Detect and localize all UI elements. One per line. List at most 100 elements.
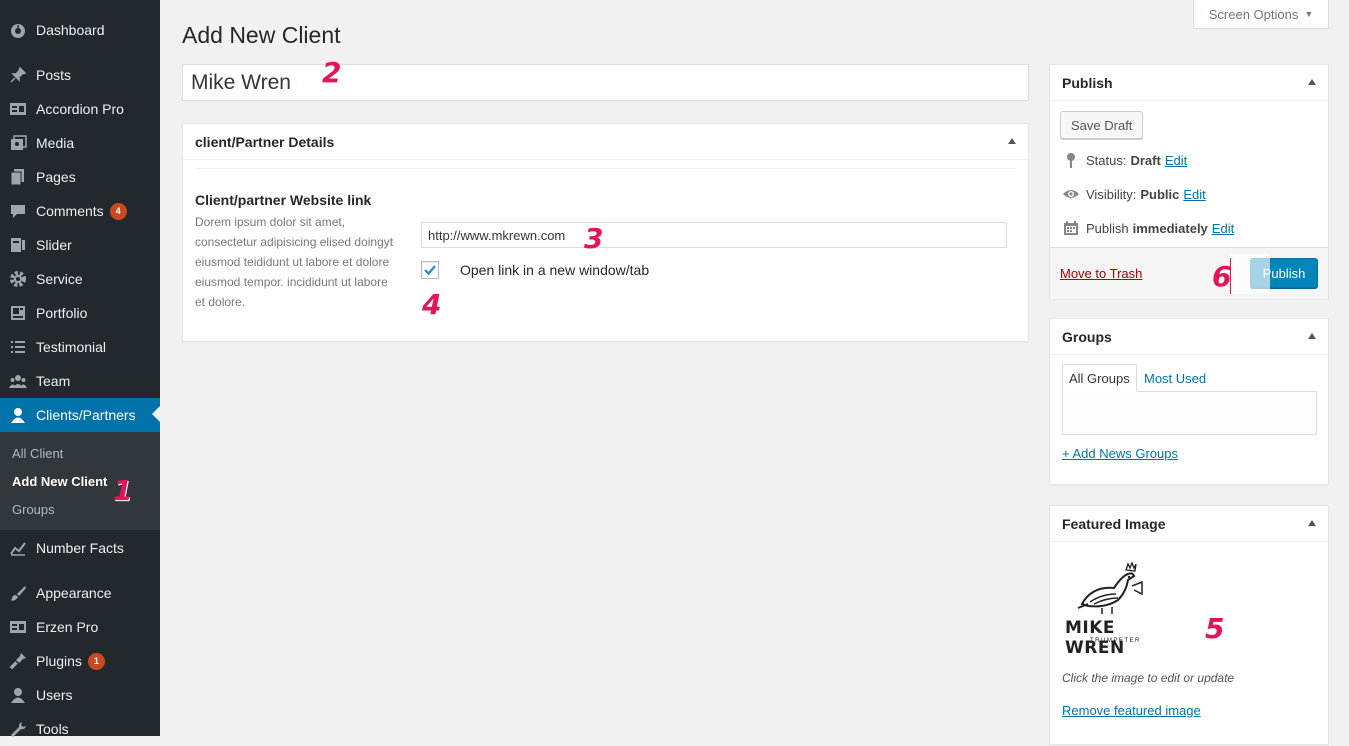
- sidebar-item-posts[interactable]: Posts: [0, 58, 160, 92]
- logo-subtitle: TRUMPETER: [1090, 638, 1141, 644]
- plug-icon: [8, 651, 28, 671]
- sidebar-item-service[interactable]: Service: [0, 262, 160, 296]
- box-header: Publish: [1050, 65, 1328, 101]
- dashboard-icon: [8, 20, 28, 40]
- submenu-add-new-client[interactable]: Add New Client: [12, 474, 107, 489]
- featured-image[interactable]: MIKE WREN TRUMPETER: [1062, 558, 1167, 658]
- sidebar-item-erzen-pro[interactable]: Erzen Pro: [0, 610, 160, 644]
- sidebar-item-pages[interactable]: Pages: [0, 160, 160, 194]
- calendar-icon: [1062, 219, 1080, 237]
- groups-icon: [8, 371, 28, 391]
- sidebar-item-label: Portfolio: [36, 305, 88, 321]
- checkmark-icon: [424, 265, 436, 276]
- sidebar-item-label: Comments: [36, 203, 104, 219]
- publish-actions: Move to Trash Publish: [1050, 247, 1328, 299]
- groups-list-panel[interactable]: [1062, 391, 1317, 435]
- sidebar-item-label: Users: [36, 687, 73, 703]
- move-to-trash-link[interactable]: Move to Trash: [1060, 266, 1142, 281]
- box-title: Groups: [1062, 328, 1112, 345]
- box-title: Publish: [1062, 74, 1113, 91]
- sidebar-item-appearance[interactable]: Appearance: [0, 576, 160, 610]
- tab-most-used[interactable]: Most Used: [1144, 364, 1206, 392]
- pages-icon: [8, 167, 28, 187]
- box-header: Groups: [1050, 319, 1328, 355]
- website-url-input[interactable]: [421, 222, 1007, 248]
- pin-icon: [8, 65, 28, 85]
- groups-box: Groups All Groups Most Used + Add News G…: [1049, 318, 1329, 485]
- sidebar-item-comments[interactable]: Comments 4: [0, 194, 160, 228]
- sidebar-item-testimonial[interactable]: Testimonial: [0, 330, 160, 364]
- sidebar-item-label: Team: [36, 373, 71, 389]
- sidebar-item-label: Slider: [36, 237, 72, 253]
- annotation-2: 2: [322, 56, 342, 89]
- collapse-toggle-icon[interactable]: [1308, 79, 1316, 85]
- caret-down-icon: ▼: [1304, 9, 1314, 19]
- visibility-value: Public: [1140, 186, 1180, 202]
- sidebar-item-label: Accordion Pro: [36, 101, 124, 117]
- sidebar-item-label: Erzen Pro: [36, 619, 99, 635]
- edit-status-link[interactable]: Edit: [1165, 153, 1187, 168]
- comment-icon: [8, 201, 28, 221]
- visibility-row: Visibility: Public Edit: [1062, 185, 1206, 203]
- brush-icon: [8, 583, 28, 603]
- sidebar-item-label: Service: [36, 271, 83, 287]
- screen-options-label: Screen Options: [1208, 6, 1299, 22]
- slider-icon: [8, 235, 28, 255]
- wrench-icon: [8, 719, 28, 739]
- box-title: Featured Image: [1062, 515, 1166, 532]
- website-link-description: Dorem ipsum dolor sit amet, consectetur …: [195, 215, 394, 309]
- list-icon: [8, 617, 28, 637]
- sidebar-item-media[interactable]: Media: [0, 126, 160, 160]
- collapse-toggle-icon[interactable]: [1308, 333, 1316, 339]
- box-header: client/Partner Details: [183, 124, 1028, 160]
- featured-image-box: Featured Image MIKE WREN TRUMPETER Click…: [1049, 505, 1329, 745]
- status-label: Status:: [1086, 152, 1127, 168]
- gear-icon: [8, 269, 28, 289]
- portfolio-icon: [8, 303, 28, 323]
- sidebar-item-accordion-pro[interactable]: Accordion Pro: [0, 92, 160, 126]
- add-new-group-link[interactable]: + Add News Groups: [1062, 446, 1178, 461]
- website-link-label: Client/partner Website link: [195, 192, 372, 208]
- divider: [195, 168, 1016, 169]
- new-window-checkbox[interactable]: [421, 261, 439, 279]
- sidebar-item-label: Tools: [36, 721, 69, 737]
- sidebar-item-label: Posts: [36, 67, 72, 83]
- chart-icon: [8, 538, 28, 558]
- collapse-toggle-icon[interactable]: [1008, 138, 1016, 144]
- sidebar-item-clients-partners[interactable]: Clients/Partners: [0, 398, 160, 432]
- sidebar-item-label: Clients/Partners: [36, 407, 136, 423]
- sidebar-item-dashboard[interactable]: Dashboard: [0, 13, 160, 47]
- edit-visibility-link[interactable]: Edit: [1183, 187, 1205, 202]
- box-title: client/Partner Details: [195, 133, 335, 150]
- pin-icon: [1062, 151, 1080, 169]
- sidebar-item-label: Media: [36, 135, 75, 151]
- sidebar-item-slider[interactable]: Slider: [0, 228, 160, 262]
- sidebar-item-plugins[interactable]: Plugins 1: [0, 644, 160, 678]
- user-icon: [8, 685, 28, 705]
- save-draft-button[interactable]: Save Draft: [1060, 111, 1144, 139]
- annotation-6-line: [1230, 258, 1231, 294]
- status-row: Status: Draft Edit: [1062, 151, 1187, 169]
- submenu-groups[interactable]: Groups: [12, 502, 55, 517]
- edit-schedule-link[interactable]: Edit: [1212, 221, 1234, 236]
- screen-options-button[interactable]: Screen Options ▼: [1193, 0, 1329, 29]
- client-details-box: client/Partner Details Client/partner We…: [182, 123, 1029, 342]
- sidebar-item-label: Plugins: [36, 653, 82, 669]
- sidebar-item-portfolio[interactable]: Portfolio: [0, 296, 160, 330]
- collapse-toggle-icon[interactable]: [1308, 520, 1316, 526]
- remove-featured-image-link[interactable]: Remove featured image: [1062, 703, 1201, 718]
- sidebar-item-number-facts[interactable]: Number Facts: [0, 531, 160, 565]
- annotation-3: 3: [584, 222, 604, 255]
- new-window-label: Open link in a new window/tab: [460, 262, 650, 278]
- submenu-all-client[interactable]: All Client: [12, 446, 63, 461]
- publish-highlight: [1230, 254, 1270, 294]
- sidebar-item-label: Number Facts: [36, 540, 124, 556]
- sidebar-item-tools[interactable]: Tools: [0, 712, 160, 746]
- user-icon: [8, 405, 28, 425]
- sidebar-item-users[interactable]: Users: [0, 678, 160, 712]
- tab-all-groups[interactable]: All Groups: [1062, 364, 1137, 392]
- title-input[interactable]: [182, 64, 1029, 101]
- annotation-5: 5: [1205, 612, 1225, 645]
- annotation-1: 1: [113, 474, 133, 507]
- sidebar-item-team[interactable]: Team: [0, 364, 160, 398]
